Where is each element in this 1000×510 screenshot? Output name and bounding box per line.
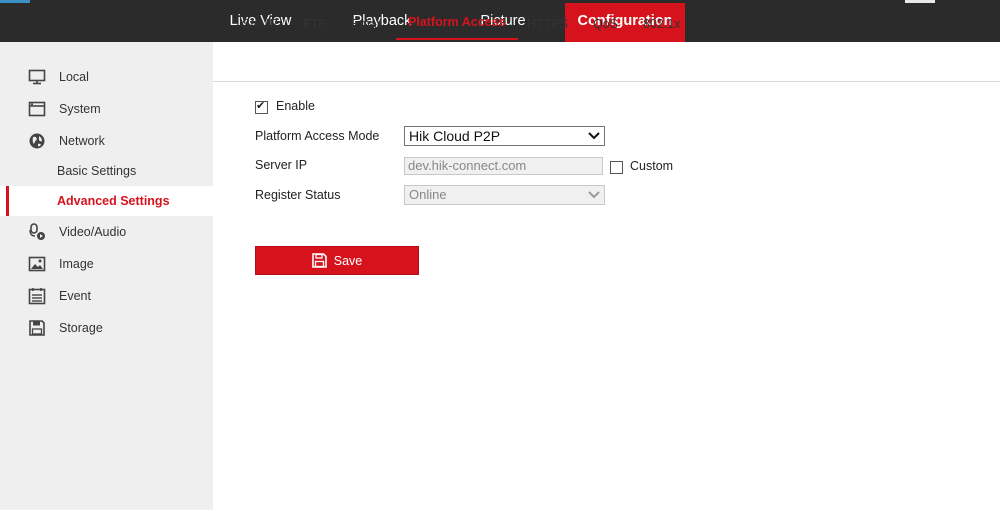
tab-ftp[interactable]: FTP <box>303 17 327 39</box>
save-button[interactable]: Save <box>255 246 419 275</box>
monitor-icon <box>28 68 46 86</box>
sidebar-item-storage[interactable]: Storage <box>0 313 213 343</box>
server-ip-label: Server IP <box>255 158 308 172</box>
platform-access-mode-label: Platform Access Mode <box>255 129 380 143</box>
register-status-value: Online <box>409 187 447 202</box>
window-edge-highlight <box>905 0 935 3</box>
tab-platform-access[interactable]: Platform Access <box>396 15 518 40</box>
tab-qos[interactable]: QoS <box>593 17 618 39</box>
sidebar-item-label: Image <box>59 257 94 271</box>
enable-label: Enable <box>276 99 315 113</box>
storage-floppy-icon <box>28 319 46 337</box>
platform-access-mode-select[interactable]: Hik Cloud P2P <box>404 126 605 146</box>
globe-icon <box>28 132 46 150</box>
video-audio-icon <box>28 223 46 241</box>
sidebar-item-label: Local <box>59 70 89 84</box>
tab-snmp[interactable]: SNMP <box>242 17 278 39</box>
sidebar-item-label: Basic Settings <box>57 164 137 178</box>
sidebar-item-label: Advanced Settings <box>57 194 170 208</box>
tab-https[interactable]: HTTPS <box>527 17 568 39</box>
tab-802-1x[interactable]: 802.1x <box>643 17 681 39</box>
sidebar-item-video-audio[interactable]: Video/Audio <box>0 217 213 247</box>
sidebar-item-label: System <box>59 102 101 116</box>
sidebar-item-label: Network <box>59 134 105 148</box>
sidebar-item-label: Storage <box>59 321 103 335</box>
tab-email[interactable]: Email <box>351 17 382 39</box>
sub-tab-bar <box>213 42 1000 82</box>
custom-checkbox[interactable] <box>610 161 623 174</box>
register-status-select: Online <box>404 185 605 205</box>
server-ip-field[interactable]: dev.hik-connect.com <box>404 157 603 175</box>
sidebar-item-event[interactable]: Event <box>0 281 213 311</box>
register-status-label: Register Status <box>255 188 341 202</box>
platform-access-mode-value: Hik Cloud P2P <box>409 128 501 144</box>
sidebar-item-label: Event <box>59 289 91 303</box>
chevron-down-icon <box>587 128 601 144</box>
chevron-down-icon <box>587 187 601 203</box>
system-window-icon <box>28 100 46 118</box>
image-icon <box>28 255 46 273</box>
sidebar-item-image[interactable]: Image <box>0 249 213 279</box>
sidebar-item-basic-settings[interactable]: Basic Settings <box>0 156 213 186</box>
sidebar-item-advanced-settings[interactable]: Advanced Settings <box>0 186 213 216</box>
save-button-label: Save <box>333 253 363 268</box>
enable-checkbox[interactable] <box>255 99 268 114</box>
sidebar-item-label: Video/Audio <box>59 225 127 239</box>
event-calendar-icon <box>28 287 46 305</box>
sidebar-item-system[interactable]: System <box>0 94 213 124</box>
sidebar-item-network[interactable]: Network <box>0 126 213 156</box>
window-edge-accent <box>0 0 30 3</box>
sidebar-item-local[interactable]: Local <box>0 62 213 92</box>
custom-label: Custom <box>630 159 674 173</box>
floppy-disk-icon <box>311 253 327 268</box>
